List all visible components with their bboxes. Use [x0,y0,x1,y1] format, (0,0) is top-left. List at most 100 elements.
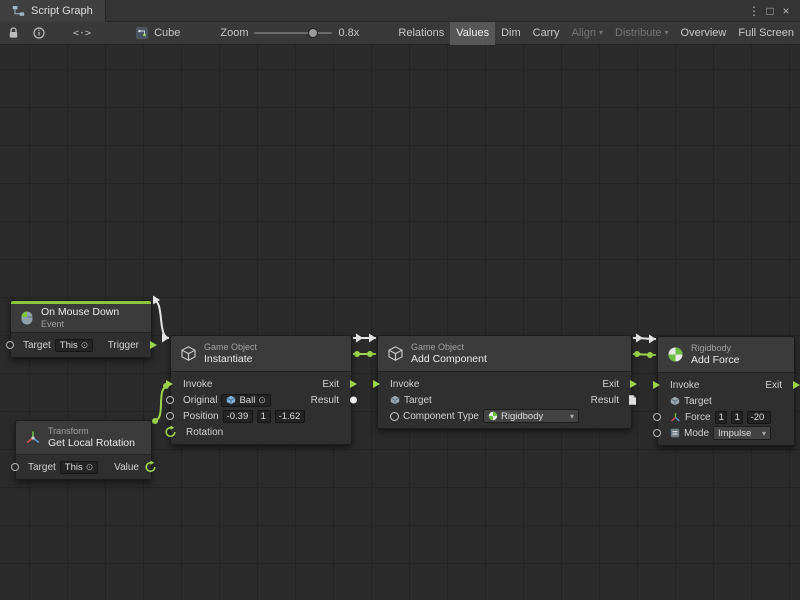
info-icon[interactable] [33,27,45,39]
document-icon [628,395,637,406]
game-object-mini-icon [390,395,400,405]
wire-arrow [356,334,363,343]
port-row-original-result: Original Ball ⊙ Result [171,392,351,408]
graph-toolbar: <·> Cube Zoom 0.8x Relations Values Dim … [0,22,800,45]
transform-icon [25,430,41,446]
port-label-invoke: Invoke [670,380,699,391]
object-field-this[interactable]: This ⊙ [60,461,99,474]
flow-out-port[interactable] [350,380,357,388]
node-header: Rigidbody Add Force [658,337,794,372]
full-screen-button[interactable]: Full Screen [732,22,800,45]
align-dropdown-button[interactable]: Align ▾ [566,22,609,45]
force-mode-dropdown[interactable]: Impulse ▾ [713,426,771,440]
port-label-invoke: Invoke [183,379,212,390]
value-port-original[interactable] [166,396,174,404]
force-y-input[interactable]: 1 [731,411,743,424]
zoom-control: Zoom 0.8x [220,22,359,45]
dim-button[interactable]: Dim [495,22,527,45]
lock-icon[interactable] [8,27,19,39]
game-object-icon [180,345,197,362]
port-label-target: Target [684,396,712,407]
node-get-local-rotation[interactable]: Transform Get Local Rotation Target This… [15,420,152,480]
distribute-dropdown-button[interactable]: Distribute ▾ [609,22,674,45]
wire-arrow [162,334,169,343]
node-instantiate[interactable]: Game Object Instantiate Invoke Exit Orig… [170,335,352,445]
rigidbody-icon [667,346,684,363]
dropdown-value: Impulse [718,428,751,439]
port-row-target: Target [658,393,794,409]
result-out-port[interactable] [350,397,357,404]
window-controls: ⋮ □ × [746,4,800,18]
node-add-component[interactable]: Game Object Add Component Invoke Exit Ta… [377,335,632,429]
rotation-in-port[interactable] [164,426,177,439]
result-out-port[interactable] [628,395,637,406]
flow-out-port[interactable] [630,380,637,388]
position-x-input[interactable]: -0.39 [223,410,253,423]
target-picker-icon[interactable]: ⊙ [81,340,89,351]
flow-out-port[interactable] [793,381,800,389]
object-field-this[interactable]: This ⊙ [55,339,94,352]
flow-out-port[interactable] [150,341,157,349]
port-label-value: Value [114,462,139,473]
target-picker-icon[interactable]: ⊙ [86,462,94,473]
node-body: Target This ⊙ Value [16,454,151,479]
rotation-gizmo-icon [164,426,177,439]
overview-button[interactable]: Overview [675,22,733,45]
chevron-down-icon: ▾ [570,412,574,421]
port-row-target-value: Target This ⊙ Value [16,459,151,475]
flow-in-port[interactable] [653,381,660,389]
port-row-component-type: Component Type Rigidbody ▾ [378,408,631,424]
node-title: On Mouse Down [41,306,119,319]
relations-button[interactable]: Relations [392,22,450,45]
node-header: Game Object Instantiate [171,336,351,371]
target-picker-icon[interactable]: ⊙ [258,395,266,406]
object-field-ball[interactable]: Ball ⊙ [221,394,270,407]
graph-canvas[interactable]: On Mouse Down Event Target This ⊙ Trigge… [0,45,800,600]
wire-dot [354,351,360,357]
flow-in-port[interactable] [373,380,380,388]
code-view-icon[interactable]: <·> [73,28,91,39]
port-row-position: Position -0.39 1 -1.62 [171,408,351,424]
window-menu-button[interactable]: ⋮ [746,4,762,18]
component-type-dropdown[interactable]: Rigidbody ▾ [483,409,579,423]
flow-in-port[interactable] [166,380,173,388]
port-label-target: Target [23,340,51,351]
chevron-down-icon: ▾ [665,29,669,37]
port-row-invoke-exit: Invoke Exit [171,376,351,392]
force-x-input[interactable]: 1 [715,411,727,424]
force-z-input[interactable]: -20 [747,411,771,424]
value-port-force[interactable] [653,413,661,421]
port-row-force: Force 1 1 -20 [658,409,794,425]
rotation-value-out-port[interactable] [144,461,157,474]
node-header: Transform Get Local Rotation [16,421,151,454]
wire-arrow [369,334,376,343]
value-port-component-type[interactable] [390,412,399,421]
position-y-input[interactable]: 1 [257,410,271,423]
rotation-gizmo-icon [144,461,157,474]
zoom-slider-thumb[interactable] [308,28,318,38]
wire-arrow [636,334,643,343]
node-on-mouse-down[interactable]: On Mouse Down Event Target This ⊙ Trigge… [10,300,152,358]
graph-breadcrumb[interactable]: Cube [135,26,180,40]
values-button[interactable]: Values [450,22,495,45]
value-port-mode[interactable] [653,429,661,437]
graph-asset-icon [135,26,149,40]
chevron-down-icon: ▾ [762,429,766,438]
node-add-force[interactable]: Rigidbody Add Force Invoke Exit Target [657,336,795,446]
port-label-target: Target [404,395,432,406]
port-label-result: Result [591,395,619,406]
value-port-target[interactable] [6,341,14,349]
close-button[interactable]: × [778,4,794,18]
zoom-slider-track[interactable] [254,32,332,34]
maximize-button[interactable]: □ [762,4,778,18]
wire-dot [367,351,373,357]
value-port-target[interactable] [11,463,19,471]
port-label-exit: Exit [765,380,782,391]
zoom-slider[interactable] [254,22,332,45]
port-label-result: Result [311,395,339,406]
position-z-input[interactable]: -1.62 [275,410,305,423]
value-port-position[interactable] [166,412,174,420]
dropdown-value: Rigidbody [501,411,543,422]
carry-button[interactable]: Carry [527,22,566,45]
window-tab-script-graph[interactable]: Script Graph [0,0,106,22]
